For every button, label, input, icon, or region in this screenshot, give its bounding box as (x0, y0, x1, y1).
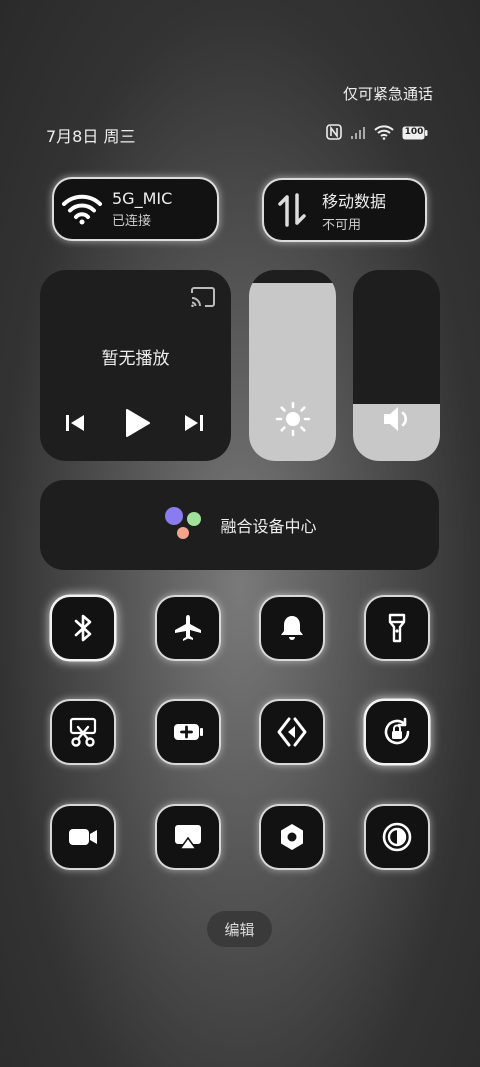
battery-plus-icon (171, 716, 205, 748)
wifi-icon (58, 185, 106, 233)
wifi-tile[interactable]: 5G_MIC 已连接 (54, 179, 217, 239)
next-track-button[interactable] (183, 412, 205, 438)
cast-icon[interactable] (189, 286, 217, 312)
scissors-icon (66, 716, 100, 748)
mobile-data-tile[interactable]: 移动数据 不可用 (264, 180, 425, 240)
wifi-network-name: 5G_MIC (112, 189, 173, 208)
airplane-mode-toggle[interactable] (157, 597, 219, 659)
bell-icon (275, 612, 309, 644)
rotation-lock-icon (380, 716, 414, 748)
device-hub-card[interactable]: 融合设备中心 (40, 480, 439, 570)
video-camera-icon (66, 821, 100, 853)
device-hub-logo-icon (162, 505, 204, 545)
flashlight-toggle[interactable] (366, 597, 428, 659)
signal-icon (350, 125, 366, 144)
wifi-status-icon (374, 124, 394, 144)
edit-button[interactable]: 编辑 (207, 911, 272, 947)
status-bar-icons: 100 (326, 124, 428, 144)
emergency-calls-only: 仅可紧急通话 (342, 85, 433, 103)
nfc-icon (326, 124, 342, 144)
screen-record-toggle[interactable] (52, 806, 114, 868)
battery-icon: 100 (402, 125, 428, 144)
device-hub-label: 融合设备中心 (220, 517, 317, 536)
mobile-data-title: 移动数据 (322, 191, 387, 211)
ring-toggle[interactable] (261, 597, 323, 659)
brightness-slider[interactable] (249, 270, 336, 461)
settings-toggle[interactable] (261, 806, 323, 868)
screenshot-toggle[interactable] (52, 701, 114, 763)
bluetooth-icon (66, 612, 100, 644)
battery-level: 100 (404, 126, 424, 137)
play-button[interactable] (123, 408, 151, 442)
sun-icon (249, 401, 336, 437)
hexagon-nut-icon (275, 821, 309, 853)
screen-cast-toggle[interactable] (157, 806, 219, 868)
flashlight-icon (380, 612, 414, 644)
dark-mode-toggle[interactable] (366, 806, 428, 868)
previous-track-button[interactable] (64, 412, 86, 438)
contrast-icon (380, 821, 414, 853)
code-brackets-icon (275, 716, 309, 748)
bluetooth-toggle[interactable] (52, 597, 114, 659)
mobile-data-status: 不可用 (322, 217, 362, 233)
volume-slider[interactable] (353, 270, 440, 461)
airplane-icon (171, 612, 205, 644)
battery-saver-toggle[interactable] (157, 701, 219, 763)
data-transfer-icon (268, 186, 316, 234)
wifi-status: 已连接 (112, 214, 152, 229)
speaker-icon (353, 403, 440, 435)
media-title: 暂无播放 (101, 349, 170, 369)
cross-device-toggle[interactable] (261, 701, 323, 763)
airplay-icon (171, 821, 205, 853)
rotation-lock-toggle[interactable] (366, 701, 428, 763)
media-player-card[interactable]: 暂无播放 (40, 270, 231, 461)
date-label: 7月8日 周三 (46, 127, 136, 146)
